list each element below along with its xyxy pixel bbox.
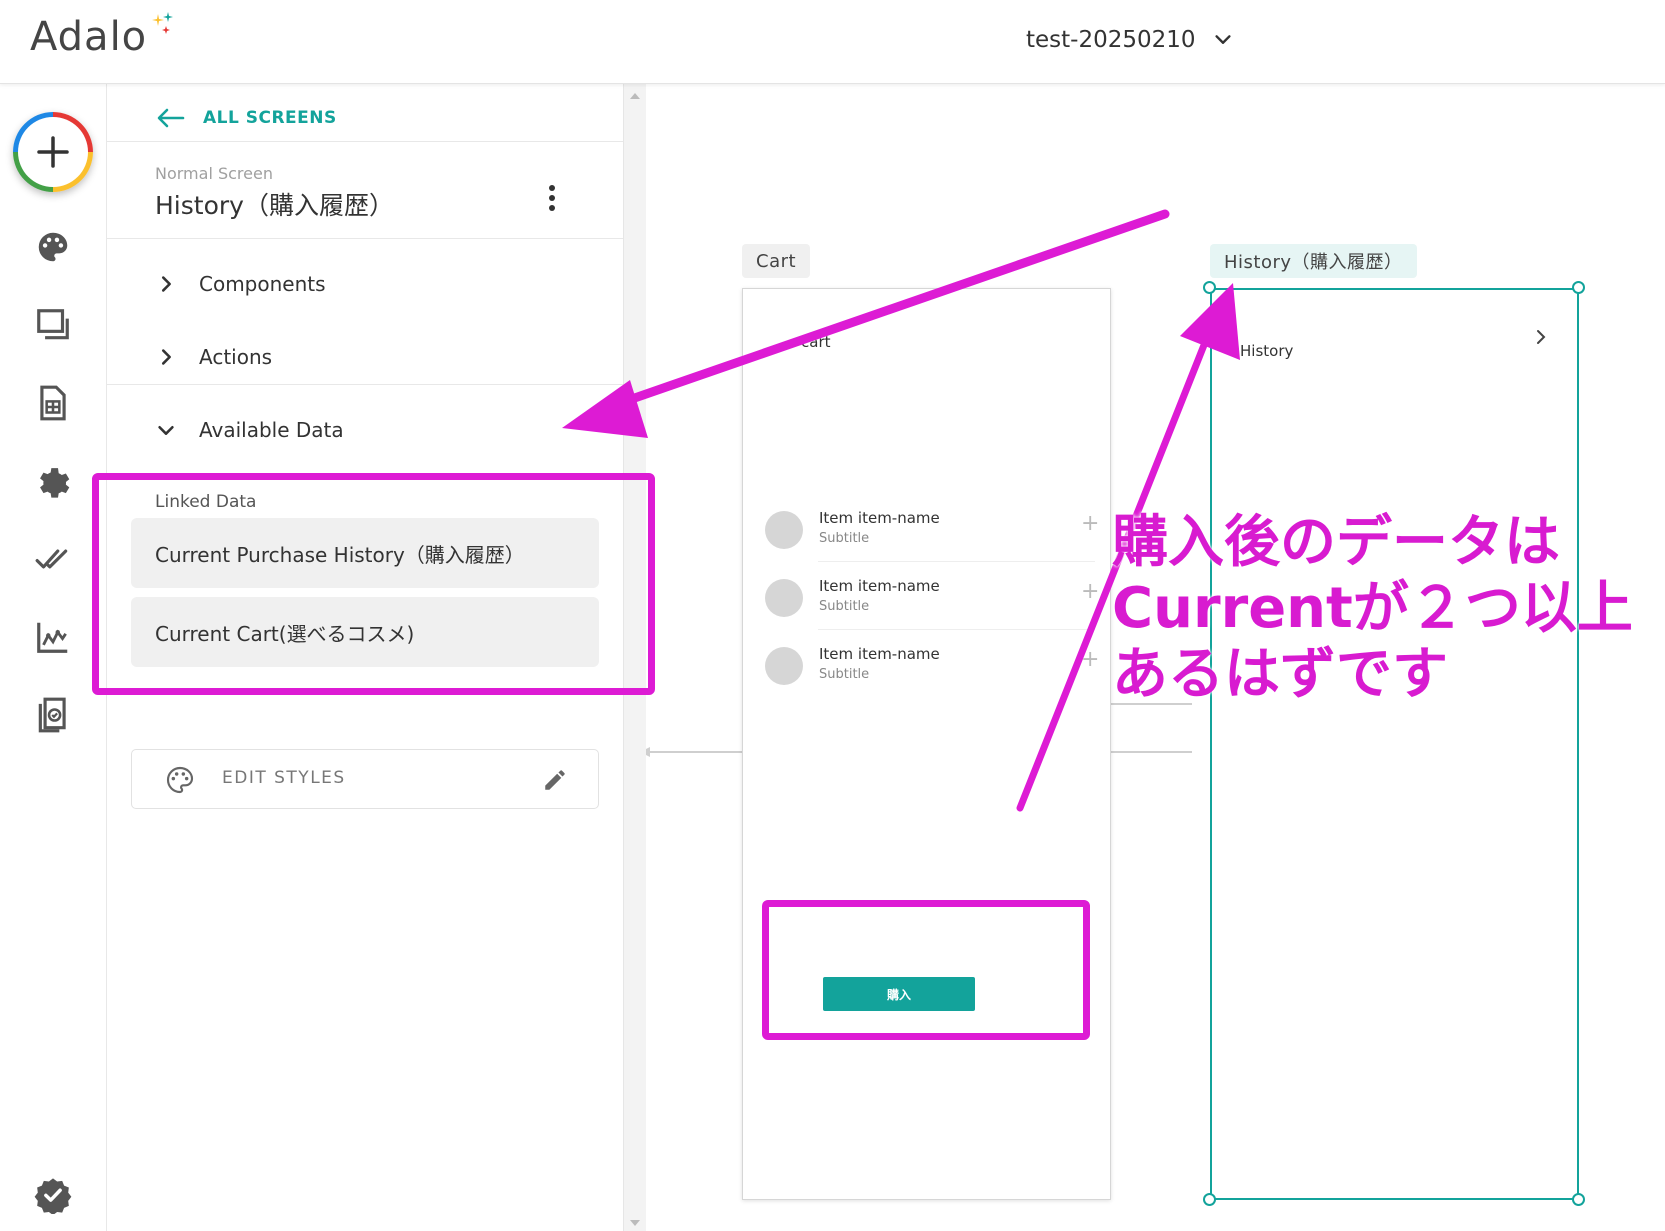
chevron-right-icon[interactable] [1534,328,1548,346]
database-icon[interactable] [34,384,72,422]
annotation-line: Currentが２つ以上 [1112,576,1633,641]
history-header: History [1240,342,1294,360]
arrow-left-icon [157,108,185,128]
plus-icon[interactable]: + [1081,579,1099,604]
resize-handle[interactable] [1572,281,1585,294]
pencil-icon [545,770,565,790]
screens-icon[interactable] [34,306,72,344]
avatar [765,511,803,549]
adalo-logo[interactable]: Adalo [30,14,147,60]
all-screens-link[interactable]: ALL SCREENS [157,100,337,136]
chevron-right-icon [161,349,171,365]
palette-icon [166,766,194,794]
resize-handle[interactable] [1572,1193,1585,1206]
top-bar: Adalo test-20250210 [0,0,1665,84]
plus-icon[interactable]: + [1081,511,1099,536]
list-item-title: Item item-name [819,577,940,595]
list-item-title: Item item-name [819,509,940,527]
actions-label: Actions [199,345,273,369]
sparkle-icon [152,12,173,34]
components-section-toggle[interactable]: Components [155,264,326,304]
edit-styles-button[interactable]: EDIT STYLES [131,749,599,809]
components-label: Components [199,272,326,296]
divider [107,238,623,239]
list-item-subtitle: Subtitle [819,531,870,546]
divider [818,561,1095,562]
list-item-subtitle: Subtitle [819,599,870,614]
project-selector[interactable]: test-20250210 [1026,20,1234,60]
project-name: test-20250210 [1026,27,1196,53]
annotation-text: 購入後のデータは Currentが２つ以上 あるはずです [1112,510,1665,708]
settings-gear-icon[interactable] [34,462,72,500]
cart-screen[interactable]: cart Item item-name Subtitle + Item item… [742,288,1111,1200]
scroll-up-icon [630,93,640,99]
avatar [765,579,803,617]
scroll-down-icon [630,1220,640,1226]
available-data-label: Available Data [199,418,344,442]
cart-header: cart [801,333,831,351]
left-toolbar [0,84,107,1231]
chevron-down-icon [1214,35,1231,44]
verified-badge-icon[interactable] [34,1176,72,1216]
cart-screen-tag[interactable]: Cart [742,244,811,278]
chevron-right-icon [161,276,171,292]
list-item-subtitle: Subtitle [819,667,870,682]
divider [818,629,1095,630]
publish-icon[interactable] [34,696,72,734]
history-screen-tag[interactable]: History（購入履歴） [1210,244,1417,278]
chevron-down-icon [158,425,174,435]
available-data-section-toggle[interactable]: Available Data [155,410,344,450]
divider [107,384,623,385]
list-item[interactable]: Item item-name Subtitle + [765,499,1099,561]
analytics-icon[interactable] [34,618,72,656]
add-component-button[interactable] [13,112,93,192]
actions-section-toggle[interactable]: Actions [155,337,272,377]
history-screen[interactable]: History [1210,288,1579,1200]
list-item-title: Item item-name [819,645,940,663]
screen-type-label: Normal Screen [155,164,273,183]
avatar [765,647,803,685]
all-screens-label: ALL SCREENS [203,108,337,128]
more-options-icon[interactable] [537,180,567,216]
linked-data-highlight-box [92,473,655,695]
resize-handle[interactable] [1203,281,1216,294]
screen-title[interactable]: History（購入履歴） [155,186,394,222]
divider [107,141,623,142]
plus-icon[interactable]: + [1081,647,1099,672]
annotation-line: あるはずです [1112,642,1448,707]
branding-palette-icon[interactable] [34,228,72,266]
annotation-line: 購入後のデータは [1112,510,1560,575]
resize-handle[interactable] [1203,1193,1216,1206]
list-item[interactable]: Item item-name Subtitle + [765,635,1099,697]
edit-styles-label: EDIT STYLES [222,768,346,788]
list-item[interactable]: Item item-name Subtitle + [765,567,1099,629]
buy-button-highlight-box [762,900,1090,1040]
double-check-icon[interactable] [34,540,72,578]
plus-icon [37,136,69,168]
